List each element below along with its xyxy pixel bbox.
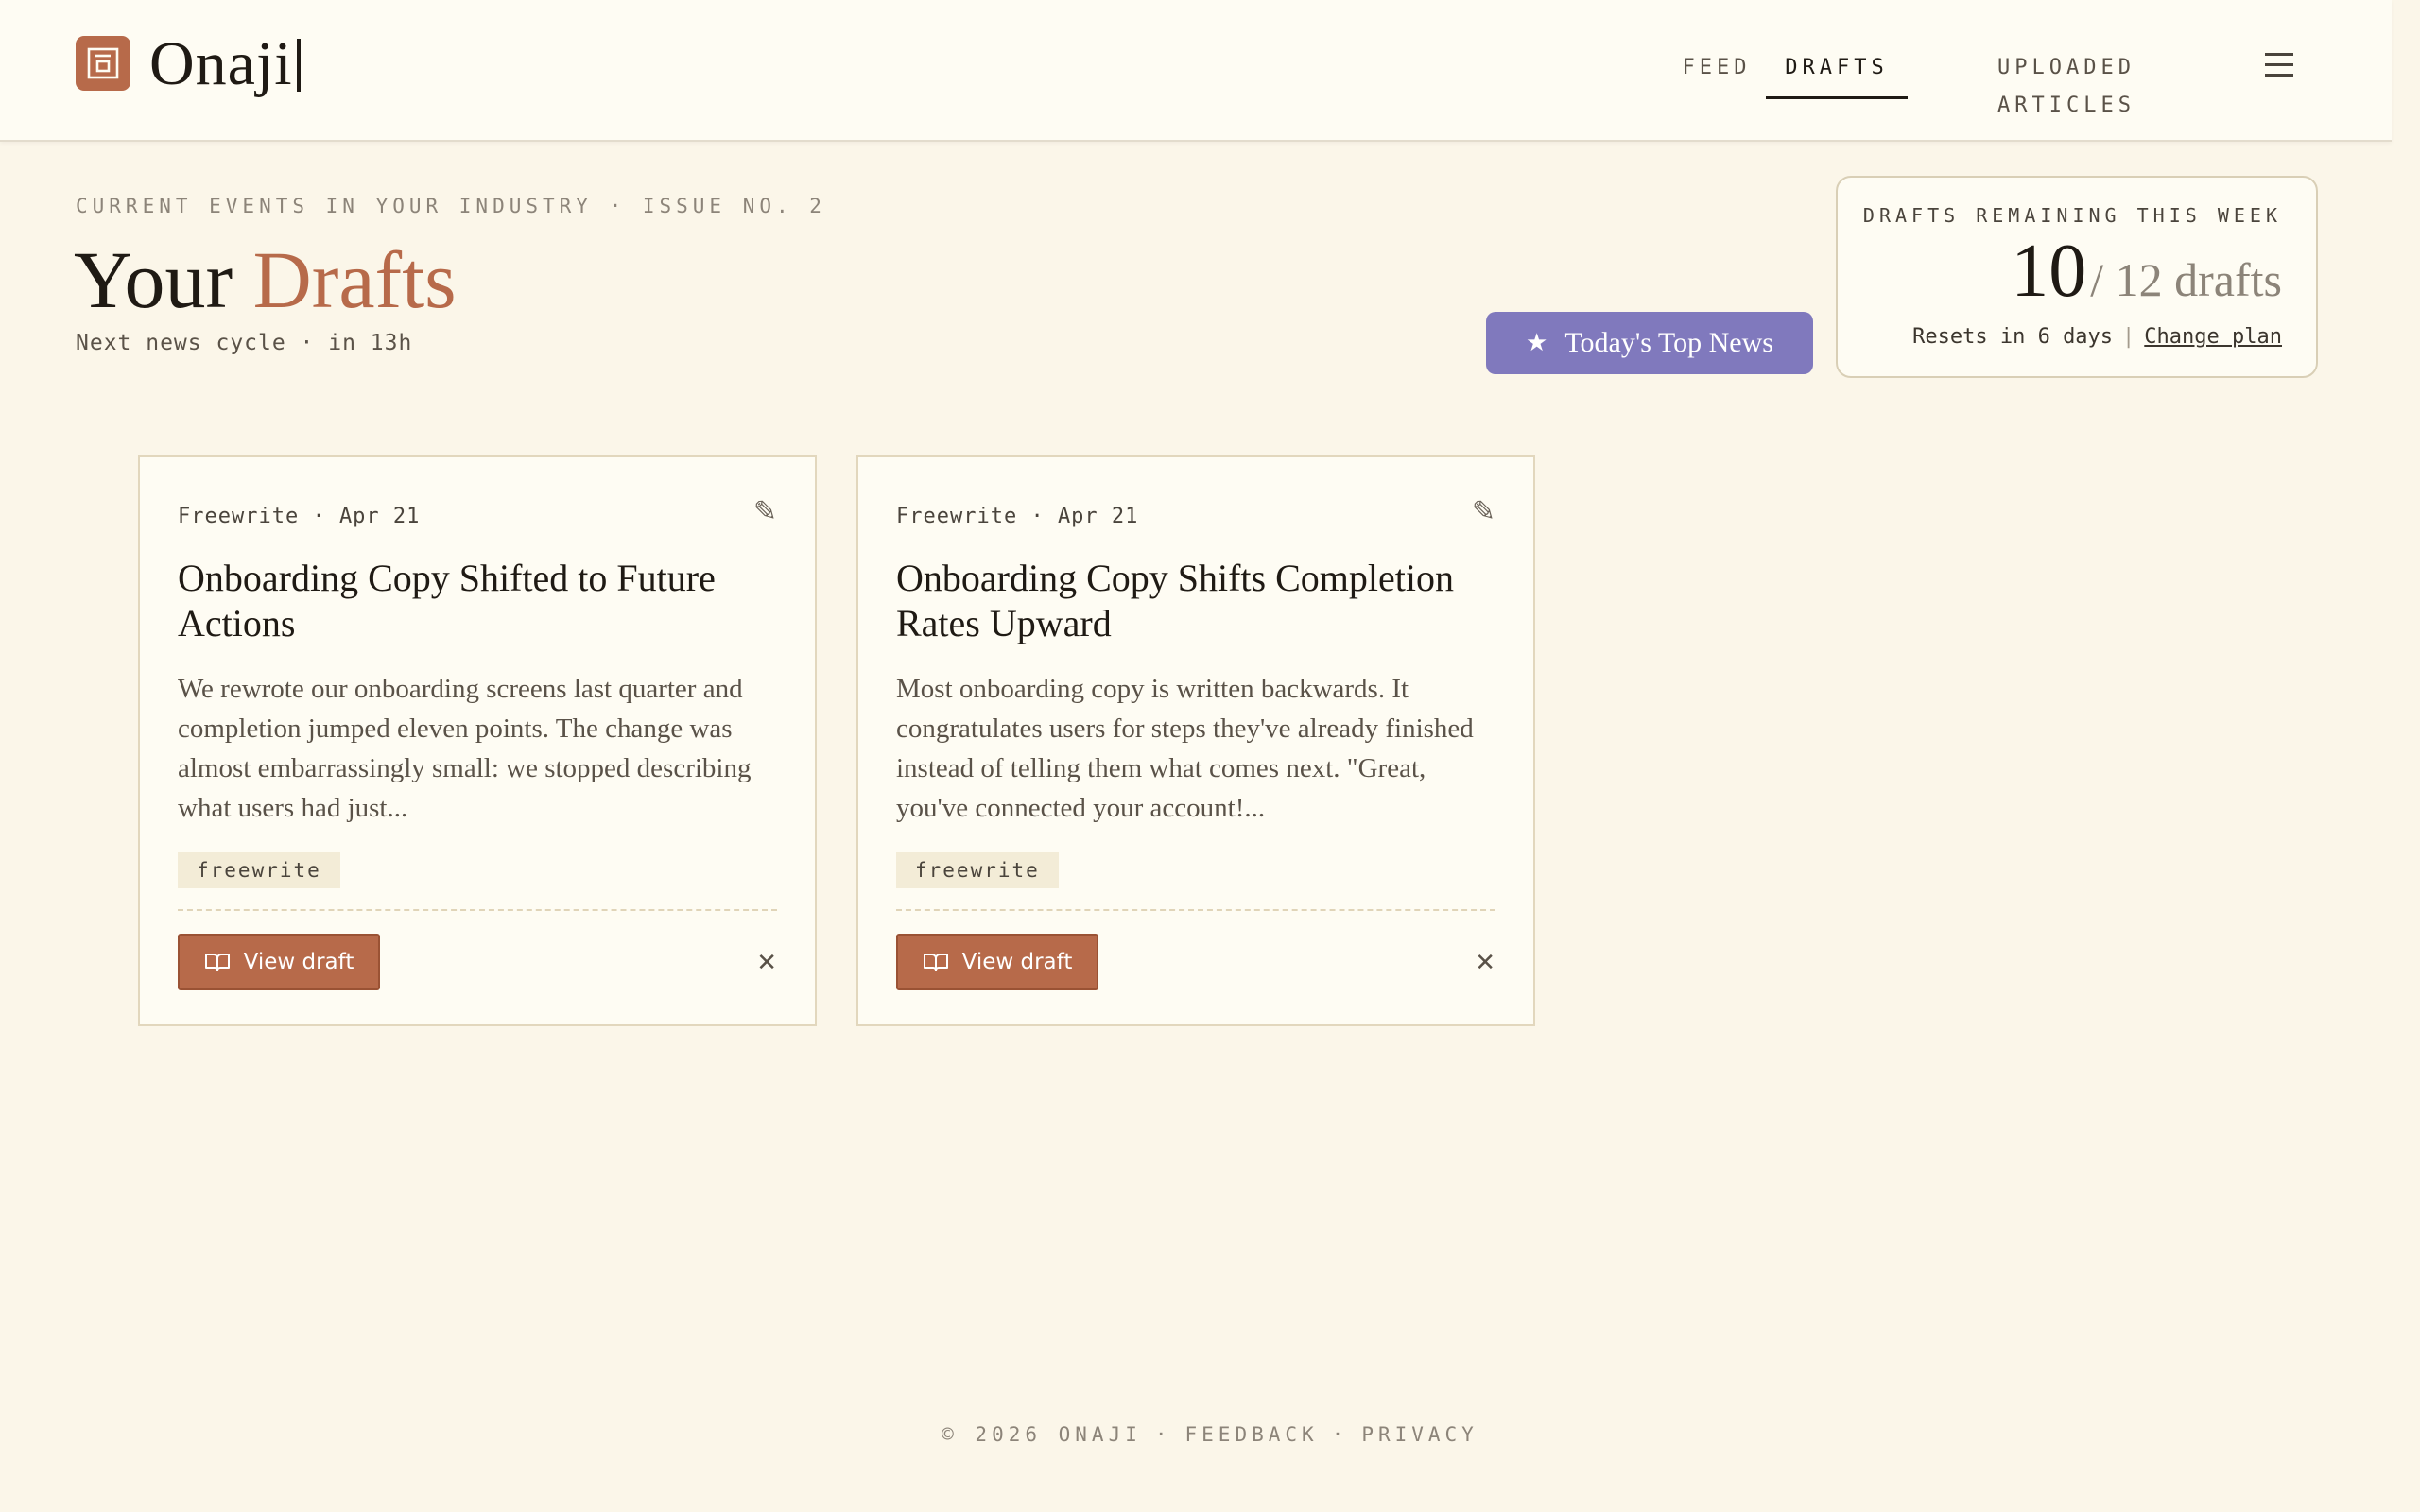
quota-footer: Resets in 6 days | Change plan [1912,325,2282,349]
todays-top-news-label: Today's Top News [1564,327,1773,358]
hamburger-menu-icon[interactable] [2265,53,2293,77]
quota-resets: Resets in 6 days [1912,325,2114,349]
todays-top-news-button[interactable]: ★ Today's Top News [1486,312,1813,374]
quota-label: DRAFTS REMAINING THIS WEEK [1862,204,2282,227]
view-draft-button[interactable]: View draft [178,934,380,990]
book-open-icon [204,954,230,971]
drafts-quota-panel: DRAFTS REMAINING THIS WEEK 10 / 12 draft… [1836,176,2318,378]
draft-title[interactable]: Onboarding Copy Shifted to Future Action… [178,556,783,646]
draft-tag: freewrite [896,852,1059,888]
book-open-icon [923,954,948,971]
pencil-icon[interactable]: ✎ [1472,495,1495,528]
top-header: Onaji FEED DRAFTS UPLOADED ARTICLES [0,0,2392,142]
pencil-icon[interactable]: ✎ [753,495,777,528]
draft-tag: freewrite [178,852,340,888]
close-icon[interactable]: ✕ [756,949,777,977]
footer-separator: · [1154,1423,1172,1446]
quota-separator: | [2122,325,2135,349]
page-title-prefix: Your [74,234,233,325]
draft-meta: Freewrite · Apr 21 [178,505,421,528]
footer-feedback-link[interactable]: FEEDBACK [1185,1423,1319,1446]
page-title-accent: Drafts [252,234,457,325]
main-nav: FEED DRAFTS UPLOADED ARTICLES [0,49,2392,117]
card-divider [178,909,777,911]
footer-privacy-link[interactable]: PRIVACY [1361,1423,1478,1446]
quota-remaining: 10 [2011,230,2087,313]
draft-card[interactable]: Freewrite · Apr 21 ✎ Onboarding Copy Shi… [856,455,1535,1026]
nav-drafts[interactable]: DRAFTS [1766,49,1908,99]
card-divider [896,909,1495,911]
draft-meta: Freewrite · Apr 21 [896,505,1139,528]
quota-total: / 12 drafts [2090,253,2282,306]
draft-excerpt: We rewrote our onboarding screens last q… [178,674,752,823]
draft-card[interactable]: Freewrite · Apr 21 ✎ Onboarding Copy Shi… [138,455,817,1026]
nav-uploaded-articles[interactable]: UPLOADED ARTICLES [1925,49,2208,117]
draft-excerpt: Most onboarding copy is written backward… [896,674,1474,823]
view-draft-button[interactable]: View draft [896,934,1098,990]
nav-feed[interactable]: FEED [1660,49,1773,96]
footer-copyright: © 2026 ONAJI [942,1423,1142,1446]
change-plan-link[interactable]: Change plan [2144,325,2282,349]
view-draft-label: View draft [243,950,354,974]
star-icon: ★ [1526,329,1548,356]
footer-separator: · [1331,1423,1349,1446]
view-draft-label: View draft [961,950,1073,974]
close-icon[interactable]: ✕ [1475,949,1495,977]
news-cycle-status: Next news cycle · in 13h [76,331,413,355]
quota-count: 10 / 12 drafts [2011,229,2282,315]
page-footer: © 2026 ONAJI · FEEDBACK · PRIVACY [0,1423,2420,1446]
page-title: Your Drafts [74,232,457,327]
issue-eyebrow: CURRENT EVENTS IN YOUR INDUSTRY · ISSUE … [76,195,826,217]
draft-title[interactable]: Onboarding Copy Shifts Completion Rates … [896,556,1501,646]
